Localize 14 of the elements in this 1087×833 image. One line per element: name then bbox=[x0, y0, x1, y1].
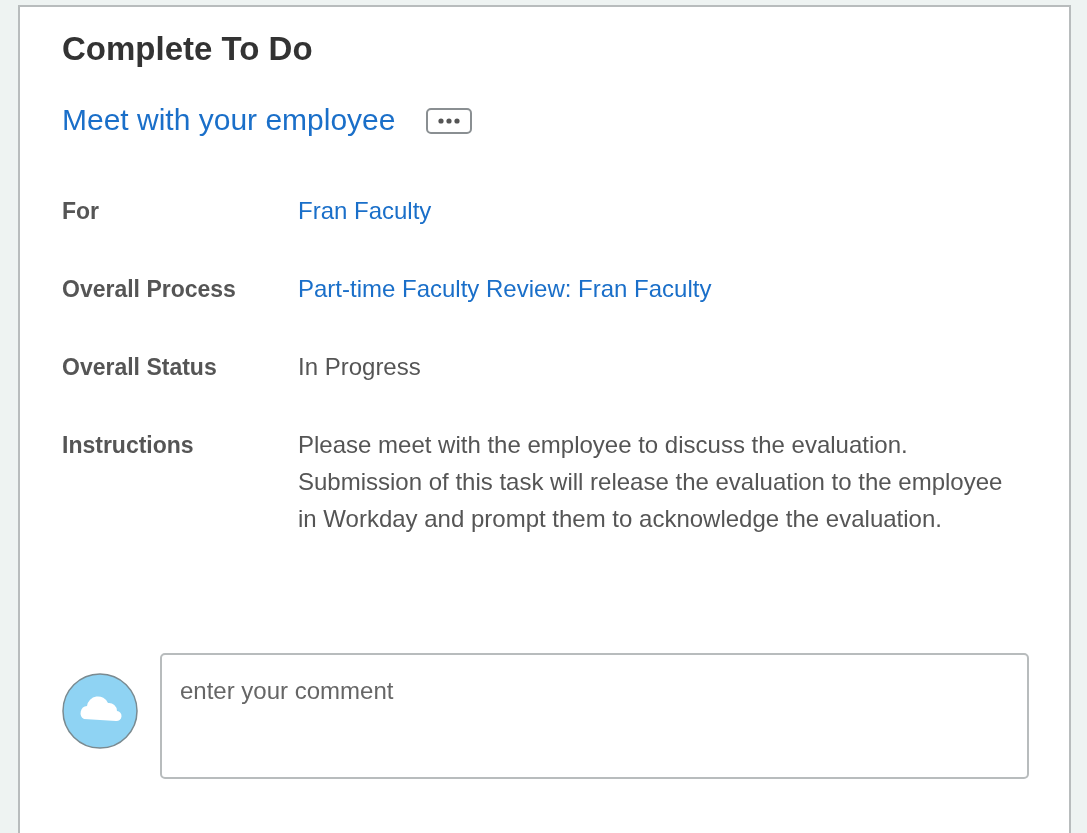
field-label: Overall Status bbox=[62, 353, 218, 382]
task-link[interactable]: Meet with your employee bbox=[62, 103, 396, 137]
field-link[interactable]: Fran Faculty bbox=[298, 197, 432, 224]
field-value: Please meet with the employee to discuss the evaluation. Submission of this task will release the evaluation to the employee in Workday and prompt them to acknowledge the evaluation. bbox=[298, 430, 1004, 534]
avatar-icon bbox=[62, 673, 138, 749]
field-label: Instructions bbox=[62, 431, 195, 460]
more-icon bbox=[437, 118, 460, 124]
comment-field[interactable]: enter your comment bbox=[160, 653, 1029, 779]
field-label: Overall Process bbox=[62, 275, 237, 304]
page-title: Complete To Do bbox=[62, 29, 314, 69]
field-link[interactable]: Part-time Faculty Review: Fran Faculty bbox=[298, 275, 712, 302]
field-label: For bbox=[62, 197, 101, 226]
field-value: In Progress bbox=[298, 352, 422, 382]
more-button[interactable] bbox=[425, 108, 472, 134]
